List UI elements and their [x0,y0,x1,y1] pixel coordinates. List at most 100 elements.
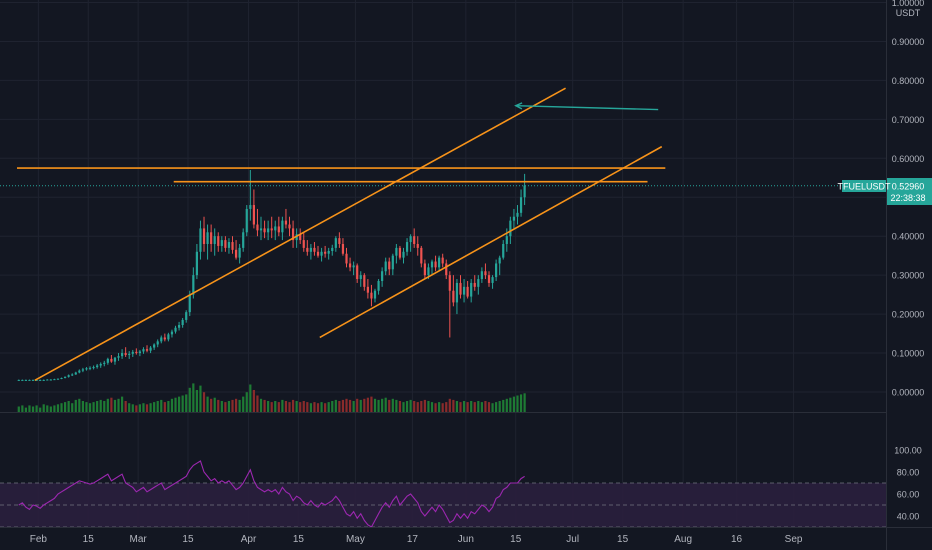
volume-bar [324,403,327,412]
candle-body [395,247,398,256]
volume-bar [359,399,362,412]
volume-bar [480,402,483,412]
candle-body [405,242,409,252]
volume-bar [441,403,444,412]
volume-bar [39,407,42,412]
candle-body [462,286,466,295]
candle-body [416,243,419,248]
volume-bar [245,392,248,412]
volume-bar [498,401,501,412]
volume-bar [477,401,480,412]
candle-body [242,232,245,248]
rsi-tick-label: 100.00 [894,446,922,456]
candle-body [484,271,487,276]
volume-bar [252,390,255,412]
volume-bar [302,401,305,412]
volume-bar [63,402,67,412]
volume-bar [320,402,323,412]
candle-body [284,220,288,225]
volume-bar [199,385,202,412]
volume-bar [120,396,124,412]
candle-body [363,275,366,287]
volume-bar [519,394,523,412]
volume-bar [213,397,216,412]
price-tick-label: 0.20000 [892,310,925,320]
volume-bar [92,402,95,412]
candle-body [21,379,24,381]
candle-body [245,208,248,233]
candle-body [373,290,377,299]
time-tick-label: 15 [617,534,629,545]
volume-bar [423,399,426,412]
volume-bar [210,398,213,412]
volume-bar [402,402,405,412]
price-tick-label: 0.30000 [892,271,925,281]
volume-bar [381,398,384,412]
candle-body [348,263,352,268]
volume-bar [202,392,206,412]
candle-body [359,275,362,280]
volume-bar [138,404,142,412]
candle-body [470,282,473,297]
candle-body [160,337,163,342]
candle-body [267,228,270,233]
volume-bar [338,401,341,412]
volume-bar [341,399,345,412]
time-tick-label: 15 [83,534,95,545]
volume-bar [470,401,473,412]
candle-body [270,228,273,231]
candle-body [81,369,85,371]
trading-chart[interactable]: 1.00000 0.90000 0.80000 0.70000 0.60000 0.400… [0,0,932,550]
volume-bar [234,398,238,412]
candle-body [238,247,241,258]
candle-body [188,294,191,313]
volume-bar [131,404,134,412]
candle-body [60,377,63,379]
candle-body [288,224,291,229]
time-tick-label: 16 [731,534,743,545]
candle-body [309,247,312,252]
candle-body [324,251,327,254]
price-tick-label: 0.90000 [892,37,925,47]
candle-body [434,261,437,268]
candle-body [498,257,501,264]
volume-bar [170,398,174,412]
candle-body [327,251,330,254]
candle-body [516,212,519,217]
volume-bar [409,399,412,412]
volume-bar [502,399,505,412]
time-axis[interactable]: Feb 15 Mar 15 Apr 15 May 17 Jun 15 Jul 15 Aug 16 Sep [30,534,803,545]
time-tick-label: 17 [407,534,419,545]
candle-body [313,247,316,252]
candle-body [46,379,49,381]
candle-body [391,255,394,270]
candle-body [39,379,42,381]
volume-bar [60,403,63,412]
volume-bar [445,402,448,412]
volume-bar [177,396,181,412]
volume-bar [491,403,494,412]
candle-body [202,228,206,244]
candle-body [345,253,348,264]
candle-body [252,205,255,225]
volume-bar [398,401,402,412]
volume-bar [113,399,117,412]
price-badge-countdown: 22:38:38 [890,193,925,203]
volume-bar [495,402,498,412]
candle-body [206,232,209,244]
candle-body [106,358,109,363]
candle-body [277,226,280,233]
volume-bar [462,401,466,412]
volume-bar [163,402,166,412]
volume-bar [135,405,138,412]
volume-bar [352,401,355,412]
candle-body [377,280,380,291]
candle-body [28,379,31,381]
candle-body [85,368,88,370]
volume-bar [96,401,99,412]
volume-bar [391,398,394,412]
volume-bar [160,399,163,412]
volume-bar [277,402,280,412]
candle-body [177,325,181,328]
candle-body [448,275,451,291]
